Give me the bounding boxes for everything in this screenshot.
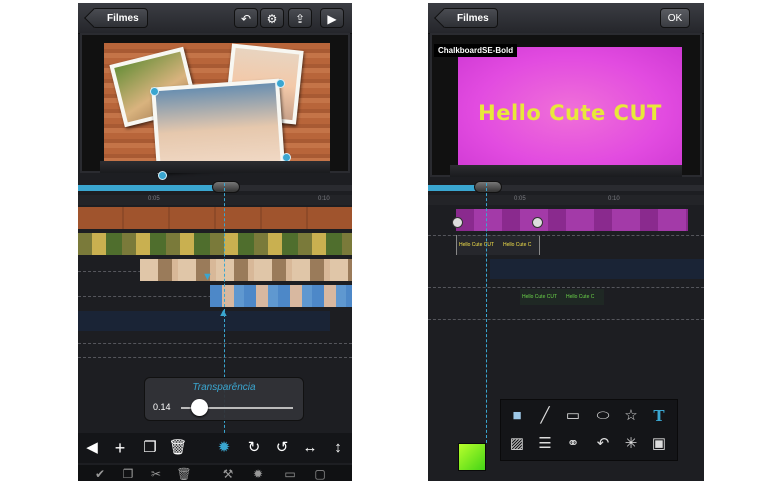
scissors-icon[interactable]: ✂ bbox=[146, 465, 166, 481]
timeline-clip-selected[interactable] bbox=[210, 285, 352, 307]
rectangle-icon[interactable]: ▭ bbox=[280, 465, 300, 481]
color-swatch[interactable] bbox=[458, 443, 486, 471]
timeline-clip-photos[interactable] bbox=[78, 233, 352, 255]
star-icon[interactable]: ☆ bbox=[619, 404, 643, 428]
ruler-tick: 0:05 bbox=[148, 196, 160, 202]
undo-icon: ↶ bbox=[240, 12, 252, 26]
clip-text: Hello Cute C bbox=[503, 242, 532, 248]
timeline-clip-text[interactable]: Hello Cute CUT Hello Cute C bbox=[456, 235, 540, 255]
rounded-rect-icon[interactable]: ▢ bbox=[310, 465, 330, 481]
play-button[interactable]: ▶ bbox=[320, 8, 344, 28]
back-arrow-icon[interactable]: ◀ bbox=[82, 433, 102, 463]
back-button-label: Filmes bbox=[457, 13, 489, 24]
timeline-ruler: 0:05 0:10 bbox=[428, 195, 704, 205]
timeline-ruler: 0:05 0:10 bbox=[78, 195, 352, 205]
playhead-top-marker[interactable]: ▼ bbox=[202, 271, 213, 283]
expand-vertical-icon[interactable]: ↕ bbox=[328, 433, 348, 463]
top-bar: Filmes OK bbox=[428, 3, 704, 34]
ellipse-icon[interactable]: ⬭ bbox=[591, 404, 615, 428]
undo-button[interactable]: ↶ bbox=[234, 8, 258, 28]
transparency-value: 0.14 bbox=[153, 402, 171, 412]
play-icon: ▶ bbox=[327, 12, 337, 26]
back-button[interactable]: Filmes bbox=[442, 8, 498, 28]
image-icon[interactable]: ▨ bbox=[505, 432, 529, 456]
popup-title: Transparência bbox=[192, 382, 256, 393]
gear-icon: ⚙ bbox=[266, 12, 278, 26]
photo-child-selected[interactable] bbox=[151, 78, 285, 174]
ruler-tick: 0:05 bbox=[514, 196, 526, 202]
playhead[interactable] bbox=[486, 183, 487, 443]
trash-icon[interactable]: 🗑 bbox=[168, 433, 188, 463]
text-icon[interactable]: T bbox=[647, 404, 671, 428]
rotation-handle[interactable] bbox=[158, 171, 167, 180]
redo-icon[interactable]: ↻ bbox=[244, 433, 264, 463]
line-icon[interactable]: ╱ bbox=[533, 404, 557, 428]
lines-icon[interactable]: ☰ bbox=[533, 432, 557, 456]
ok-button-label: OK bbox=[667, 13, 683, 24]
share-icon: ⇪ bbox=[294, 12, 306, 26]
check-icon[interactable]: ✔ bbox=[90, 465, 110, 481]
preview-stage bbox=[80, 33, 350, 174]
scrubber-knob[interactable] bbox=[212, 181, 240, 193]
ruler-tick: 0:10 bbox=[608, 196, 620, 202]
bottom-toolbar: ◀ + ❐ 🗑 ✹ ↻ ↺ ↔ ↕ bbox=[78, 433, 352, 463]
undo-icon[interactable]: ↺ bbox=[272, 433, 292, 463]
playhead-bottom-marker[interactable]: ▲ bbox=[218, 307, 229, 319]
right-screen: Filmes OK Hello Cute CUT ChalkboardSE-Bo… bbox=[428, 3, 704, 481]
font-label: ChalkboardSE-Bold bbox=[434, 44, 518, 57]
top-bar: Filmes ↶ ⚙ ⇪ ▶ bbox=[78, 3, 352, 34]
ruler-tick: 0:10 bbox=[318, 196, 330, 202]
back-button-label: Filmes bbox=[107, 13, 139, 24]
resize-handle[interactable] bbox=[276, 79, 285, 88]
rectangle-icon[interactable]: ▭ bbox=[561, 404, 585, 428]
sun-icon[interactable]: ✹ bbox=[248, 465, 268, 481]
clip-start-handle[interactable] bbox=[452, 217, 463, 228]
resize-handle[interactable] bbox=[150, 87, 159, 96]
timeline-empty-track bbox=[78, 311, 330, 331]
stage-floor bbox=[100, 161, 330, 173]
sparkle-icon[interactable]: ✳ bbox=[619, 432, 643, 456]
scrubber-knob[interactable] bbox=[474, 181, 502, 193]
copy-icon[interactable]: ❐ bbox=[118, 465, 138, 481]
link-icon[interactable]: ⚭ bbox=[561, 432, 585, 456]
clip-text: Hello Cute C bbox=[566, 294, 595, 300]
stage-floor bbox=[450, 165, 682, 177]
transparency-popup: Transparência 0.14 bbox=[144, 377, 304, 421]
settings-button[interactable]: ⚙ bbox=[260, 8, 284, 28]
timeline-empty-track bbox=[490, 259, 704, 279]
preview-text[interactable]: Hello Cute CUT bbox=[458, 101, 682, 125]
share-button[interactable]: ⇪ bbox=[288, 8, 312, 28]
transparency-slider-knob[interactable] bbox=[191, 399, 208, 416]
tools-icon[interactable]: ⚒ bbox=[218, 465, 238, 481]
rounded-rect-icon[interactable]: ■ bbox=[505, 404, 529, 428]
undo-icon[interactable]: ↶ bbox=[591, 432, 615, 456]
scrubber[interactable] bbox=[428, 181, 704, 193]
drawing-palette: ■ ╱ ▭ ⬭ ☆ T ▨ ☰ ⚭ ↶ ✳ ▣ bbox=[500, 399, 678, 461]
sun-icon[interactable]: ✹ bbox=[214, 433, 234, 463]
clip-text: Hello Cute CUT bbox=[459, 242, 495, 248]
trash-icon[interactable]: 🗑 bbox=[174, 465, 194, 481]
text-preview-canvas[interactable]: Hello Cute CUT bbox=[458, 47, 682, 175]
clip-end-handle[interactable] bbox=[532, 217, 543, 228]
timeline-clip-text-2[interactable]: Hello Cute CUT Hello Cute C bbox=[520, 289, 604, 305]
clip-text: Hello Cute CUT bbox=[522, 294, 558, 300]
timeline-clip-magenta[interactable] bbox=[456, 209, 688, 231]
expand-horizontal-icon[interactable]: ↔ bbox=[300, 433, 320, 463]
ok-button[interactable]: OK bbox=[660, 8, 690, 28]
back-button[interactable]: Filmes bbox=[92, 8, 148, 28]
timeline-clip-child[interactable] bbox=[140, 259, 352, 281]
copy-icon[interactable]: ❐ bbox=[140, 433, 160, 463]
scrubber[interactable] bbox=[78, 181, 352, 193]
save-icon[interactable]: ▣ bbox=[647, 432, 671, 456]
plus-icon[interactable]: + bbox=[110, 433, 130, 463]
left-screen: Filmes ↶ ⚙ ⇪ ▶ 0:05 0:10 ▼ ▲ Transparênc… bbox=[78, 3, 352, 481]
timeline-clip-wood[interactable] bbox=[78, 207, 352, 229]
secondary-toolbar: ✔ ❐ ✂ 🗑 ⚒ ✹ ▭ ▢ bbox=[78, 465, 352, 481]
